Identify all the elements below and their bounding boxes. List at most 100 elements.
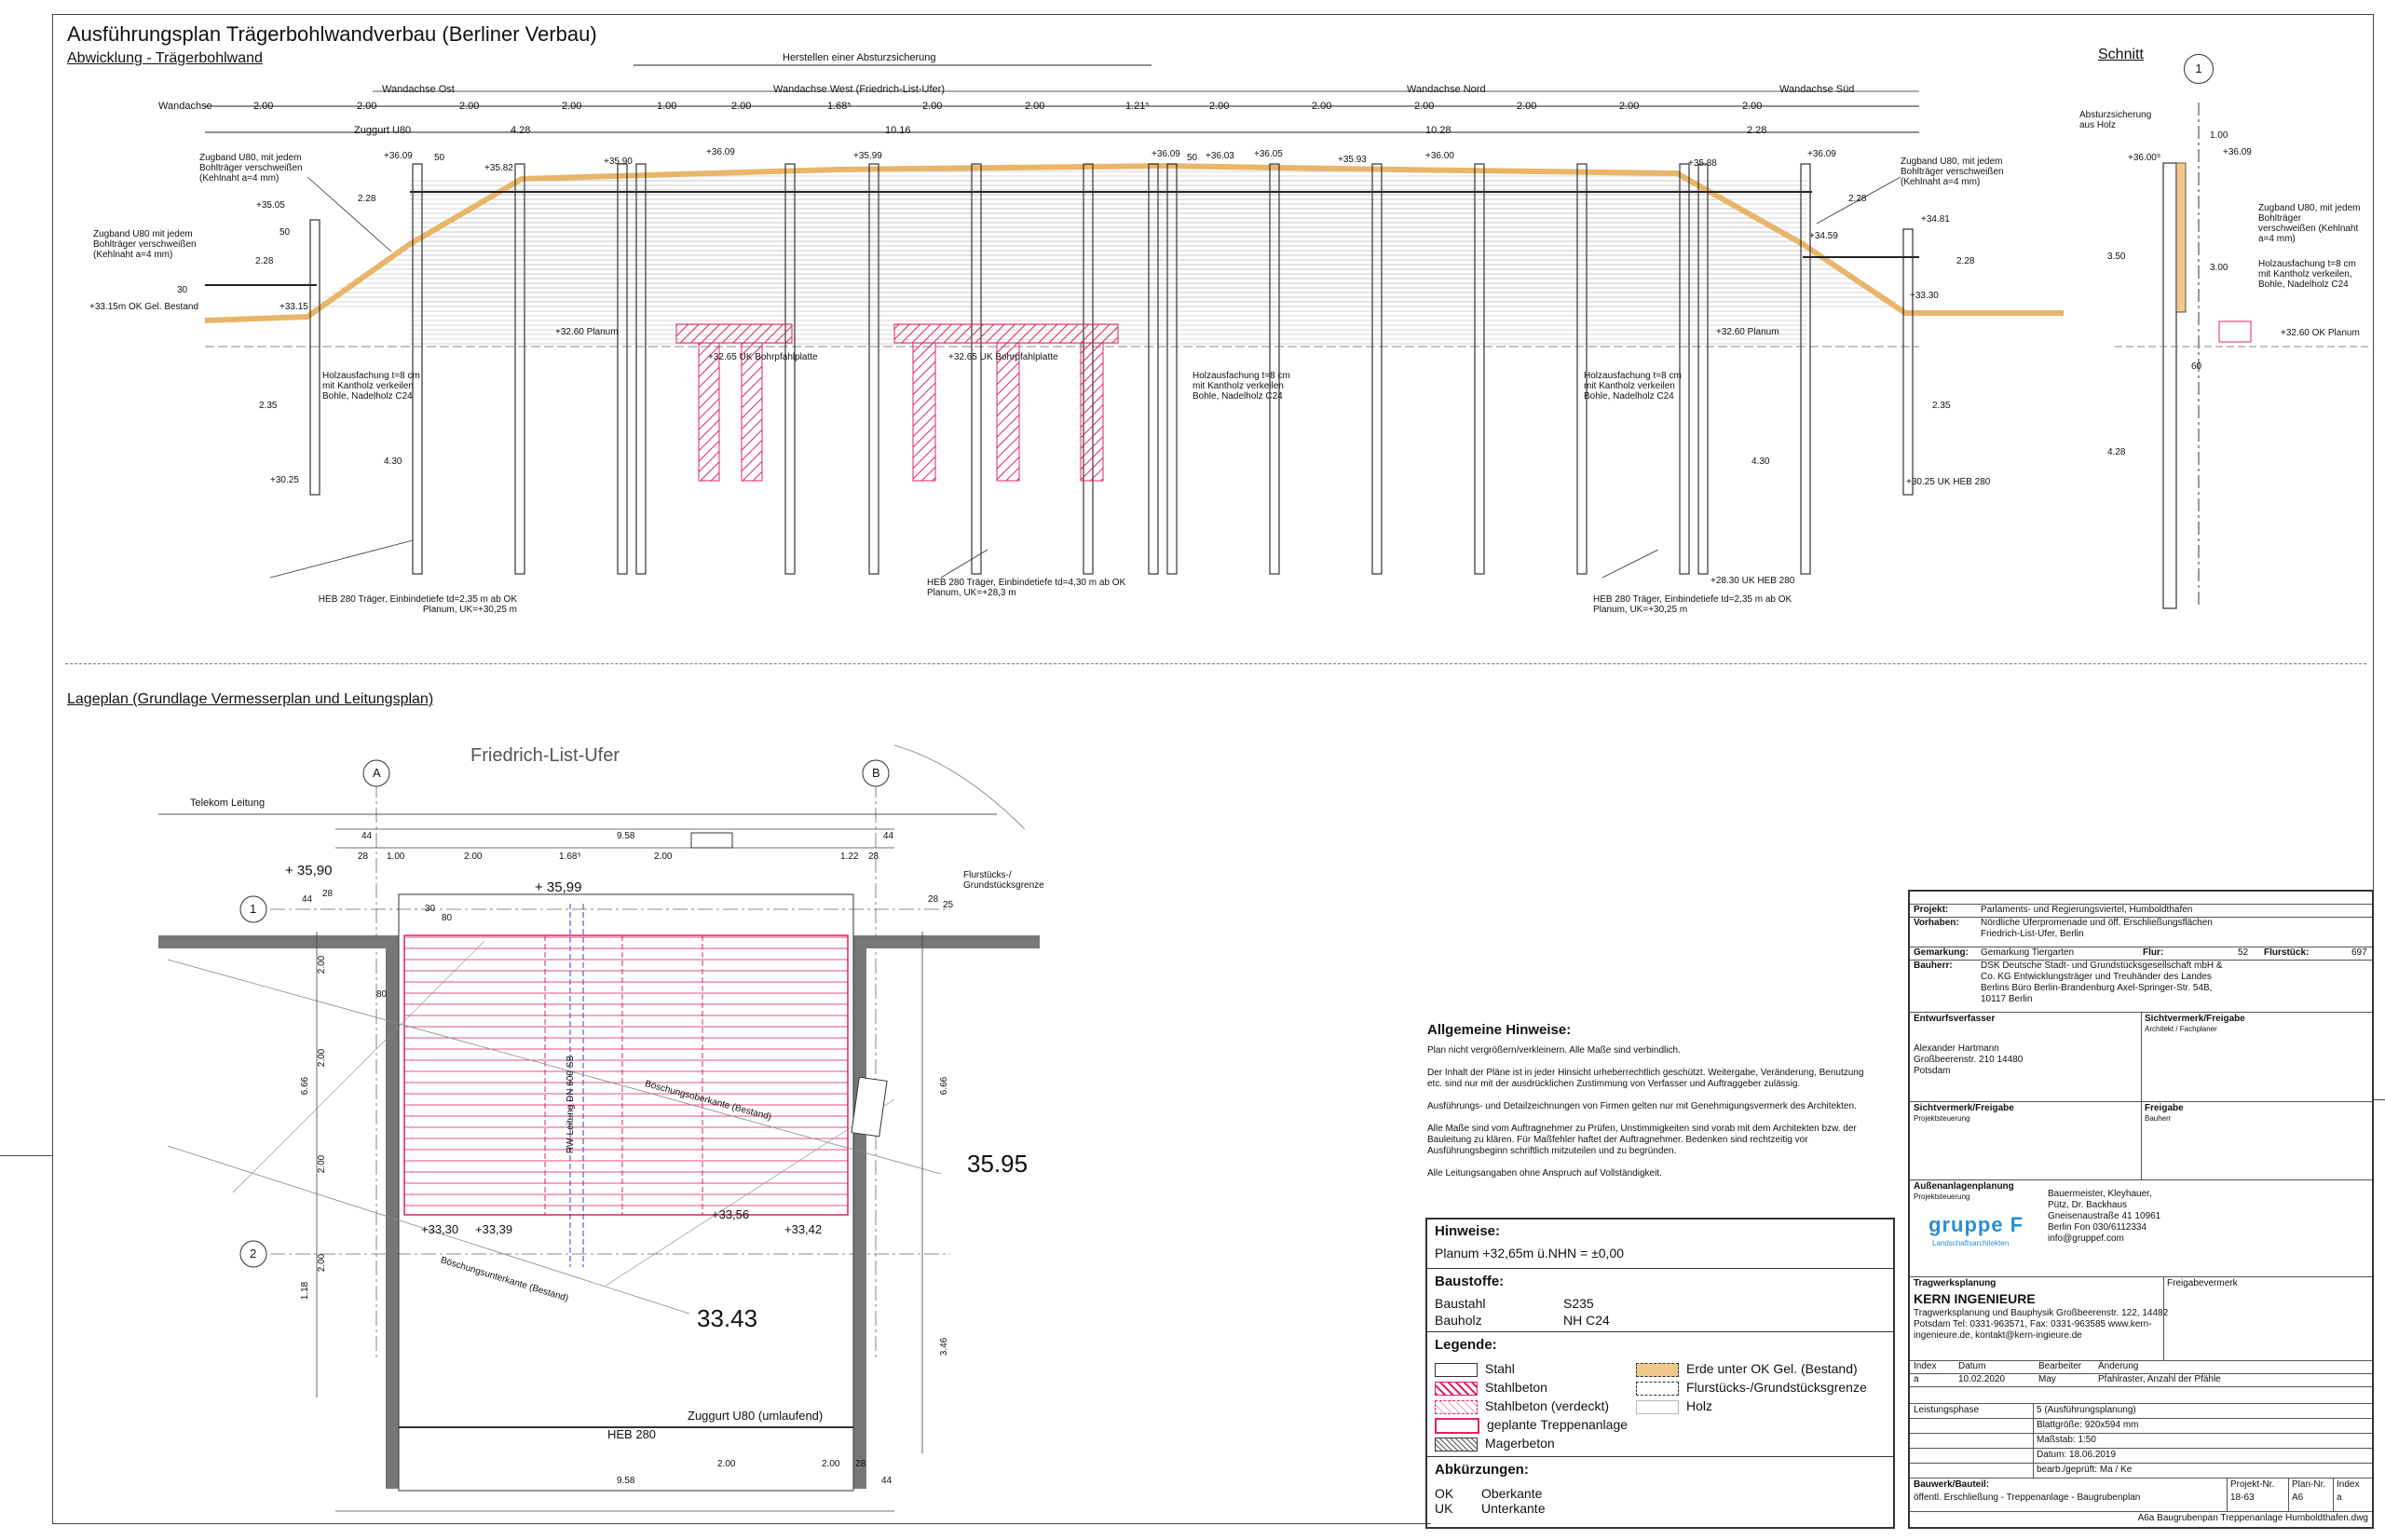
small-dim: 2.28 [1956, 256, 1975, 266]
bauholz-label: Bauholz [1435, 1313, 1482, 1328]
notes-line: Alle Maße sind vom Auftragnehmer zu Prüf… [1427, 1124, 1857, 1156]
plan-level: +33,42 [784, 1222, 823, 1236]
small-dim: 2.28 [255, 256, 274, 266]
hinweise-planum: Planum +32,65m ü.NHN = ±0,00 [1435, 1246, 1625, 1261]
wandachse-west-label: Wandachse West (Friedrich-List-Ufer) [773, 84, 945, 95]
tb-massstab: Maßstab: 1:50 [2037, 1435, 2096, 1445]
section-divider [65, 663, 2366, 664]
plan-telekom: Telekom Leitung [190, 797, 266, 809]
plan-dim-left: 2.00 [317, 1048, 328, 1068]
notes-title: Allgemeine Hinweise: [1427, 1022, 1572, 1038]
baustoffe-title: Baustoffe: [1435, 1274, 1505, 1289]
tb-gemarkung: Gemarkung Tiergarten [1981, 947, 2075, 958]
tb-flurstueck-label: Flurstück: [2264, 947, 2310, 958]
tb-phase-label: Leistungsphase [1914, 1405, 1980, 1415]
legend-swatch [1636, 1381, 1679, 1396]
plan-dim-bottom: 44 [881, 1476, 893, 1486]
tb-phase: 5 (Ausführungsplanung) [2037, 1405, 2136, 1415]
plan-zuggurt: Zuggurt U80 (umlaufend) [688, 1409, 824, 1423]
section-circle: 1 [2184, 54, 2214, 84]
tb-idx-cell: 10.02.2020 [1958, 1374, 2006, 1384]
plan-dim-left: 2.00 [317, 955, 328, 974]
tb-projekt-label: Projekt: [1914, 905, 1949, 915]
subtitle-lageplan: Lageplan (Grundlage Vermesserplan und Le… [67, 691, 434, 707]
abk-uk: UK [1435, 1501, 1453, 1516]
notes-line: Alle Leitungsangaben ohne Anspruch auf V… [1427, 1168, 1662, 1179]
tb-filename: A6a Baugrubenpan Treppenanlage Humboldth… [2137, 1513, 2368, 1523]
legend-item-treppe: geplante Treppenanlage [1435, 1417, 1628, 1434]
plan-big-level: 33.43 [697, 1304, 758, 1332]
plan-dim-bottom: 28 [855, 1459, 866, 1469]
dim-top: 2.00 [1742, 101, 1763, 112]
level-label: +28.30 UK HEB 280 [1710, 576, 1795, 586]
section-dim: 4.28 [2107, 447, 2126, 457]
plan-dim-top: 28 [358, 852, 369, 862]
section-holz: Holzausfachung t=8 cm mit Kantholz verke… [2258, 259, 2356, 290]
level-label: +36.05 [1254, 149, 1283, 159]
wandachse-sued-label: Wandachse Süd [1779, 84, 1855, 95]
small-dim: 2.35 [1932, 401, 1951, 411]
small-dim: 4.30 [384, 457, 402, 467]
plan-dim-top: 2.00 [654, 852, 673, 862]
plan-dim-left: 2.00 [317, 1154, 328, 1174]
tb-flur: 52 [2238, 947, 2249, 958]
dim-top: 2.00 [562, 101, 582, 112]
level-label: +36.09 [384, 151, 413, 161]
legend-swatch [1636, 1362, 1679, 1377]
plan-dim-left: 1.18 [300, 1281, 311, 1301]
tb-vorhaben: Nördliche Uferpromenade und öff. Erschli… [1981, 918, 2213, 939]
gruppef-logo-sub: Landschaftsarchitekten [1932, 1239, 2010, 1247]
tb-freigabevermerk: Freigabevermerk [2167, 1278, 2238, 1288]
tb-index-label: Index [2337, 1479, 2360, 1490]
tb-aussen: Bauermeister, Kleyhauer, Pütz, Dr. Backh… [2048, 1189, 2161, 1244]
small-dim: 50 [1187, 153, 1198, 163]
tb-aussen-sub: Projektsteuerung [1914, 1192, 1970, 1201]
dim-top: 2.00 [253, 101, 274, 112]
general-notes: Allgemeine Hinweise: Plan nicht vergröße… [1427, 1022, 1874, 1179]
tb-freigabe-label: Freigabe [2145, 1103, 2184, 1113]
legend-swatch [1435, 1362, 1478, 1377]
legende-title: Legende: [1435, 1337, 1497, 1353]
tb-sicht2-sub: Projektsteuerung [1914, 1114, 1970, 1123]
plan-dim-right: 25 [943, 900, 954, 910]
legend-item-stahl: Stahl [1435, 1361, 1515, 1377]
tb-idx-head: Datum [1958, 1361, 1986, 1371]
plan-dim-top: 44 [361, 831, 373, 841]
plan-dim-top: 28 [868, 852, 879, 862]
absturzsicherung-label: Herstellen einer Absturzsicherung [783, 52, 936, 63]
level-label: +35.82 [484, 163, 513, 173]
level-label: +32.65 UK Bohrpfahlplatte [708, 352, 818, 362]
notes-line: Plan nicht vergrößern/verkleinern. Alle … [1427, 1045, 1681, 1056]
level-label: +36.09 [1807, 149, 1836, 159]
wandachse-nord-label: Wandachse Nord [1407, 84, 1486, 95]
level-label: +36.09 [1152, 149, 1180, 159]
note-heb-right: HEB 280 Träger, Einbindetiefe td=2,35 m … [1593, 594, 1792, 615]
plan-dim-left: 44 [302, 894, 313, 905]
note-zugband-left2: Zugband U80 mit jedem Bohlträger verschw… [93, 229, 197, 260]
small-dim: 50 [279, 227, 291, 238]
dim-sum: 4.28 [511, 125, 531, 136]
legend-swatch [1435, 1437, 1478, 1451]
dim-top: 1.00 [657, 101, 677, 112]
note-heb-mid: HEB 280 Träger, Einbindetiefe td=4,30 m … [927, 578, 1126, 598]
section-level: +32.60 OK Planum [2281, 328, 2360, 338]
abk-uk-text: Unterkante [1481, 1501, 1546, 1516]
level-label: +35.93 [1338, 155, 1367, 165]
level-label: +33.15m OK Gel. Bestand [89, 302, 199, 312]
plan-circle-2: 2 [250, 1247, 257, 1261]
tb-bauherr: DSK Deutsche Stadt- und Grundstücksgesel… [1981, 961, 2223, 1004]
plan-level: +33,30 [421, 1222, 459, 1236]
legend-item-magerbeton: Magerbeton [1435, 1436, 1555, 1451]
tb-idx-cell: May [2038, 1374, 2056, 1384]
section-dim: 60 [2191, 361, 2202, 372]
section-dim: 3.50 [2107, 252, 2126, 262]
dim-top: 2.00 [357, 101, 377, 112]
plan-dim-right: 3.46 [939, 1337, 950, 1356]
level-label: +33.15 [279, 302, 308, 312]
section-level: +36.09 [2223, 147, 2252, 157]
plan-dim-top: 1.68⁵ [559, 852, 581, 862]
small-dim: 50 [434, 153, 445, 163]
level-label: +34.81 [1921, 214, 1950, 225]
legend-swatch [1435, 1381, 1478, 1396]
tb-trag-label: Tragwerksplanung [1914, 1278, 1997, 1288]
